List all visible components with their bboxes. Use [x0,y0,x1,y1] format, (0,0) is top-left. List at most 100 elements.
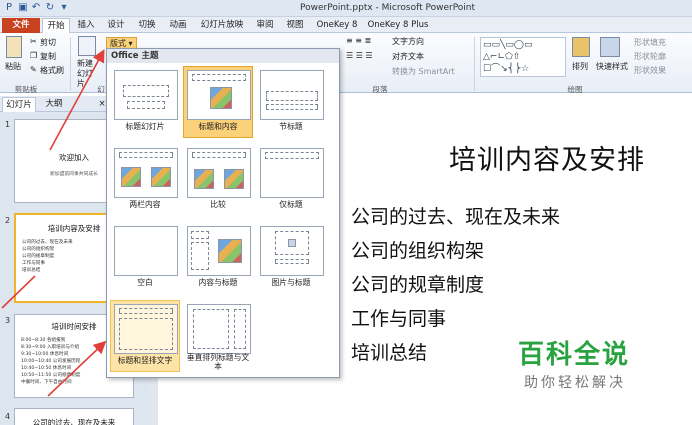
layout-preview [260,226,324,276]
layout-preview [114,226,178,276]
layout-blank[interactable]: 空白 [110,222,180,294]
title-bar: P ▣ ↶ ↻ ▾ PowerPoint.pptx - Microsoft Po… [0,0,692,17]
layout-label: 标题和竖排文字 [117,356,173,365]
slide-number: 4 [5,412,11,421]
shapes-gallery[interactable]: ▭▭╲▭◯▭ △⌐∟⬠⇧ ☐⌒↘⎨⎬☆ [480,37,566,77]
cut-button[interactable]: 剪切 [40,37,56,48]
clipboard-group-label: 剪贴板 [14,85,38,94]
layout-preview [114,148,178,198]
tab-onekey8-plus[interactable]: OneKey 8 Plus [366,18,430,33]
layout-picture-caption[interactable]: 图片与标题 [256,222,326,294]
tab-transitions[interactable]: 切换 [134,18,160,33]
shape-outline-button[interactable]: 形状轮廓 [634,51,666,62]
layout-title-vertical-text[interactable]: 标题和竖排文字 [110,300,180,372]
paste-button[interactable]: 粘贴 [5,61,21,72]
layout-label: 版式 [110,39,126,48]
layout-title-slide[interactable]: 标题幻灯片 [110,66,180,138]
slide-bullet[interactable]: 公司的规章制度 [351,270,484,297]
tab-home[interactable]: 开始 [42,18,70,33]
align-text-button[interactable]: 对齐文本 [392,51,424,62]
redo-icon[interactable]: ↻ [44,2,56,14]
tab-insert[interactable]: 插入 [73,18,99,33]
slide-bullet[interactable]: 公司的组织构架 [351,236,484,263]
layout-two-content[interactable]: 两栏内容 [110,144,180,216]
ribbon-divider [474,37,475,91]
layout-label: 仅标题 [279,200,303,209]
slide-bullet[interactable]: 培训总结 [351,338,427,365]
thumbnail-line: 8:30~9:00 入职培训与介绍 [21,345,80,350]
layout-preview [187,304,251,354]
slide-bullet[interactable]: 工作与同事 [351,304,446,331]
layout-preview [187,226,251,276]
ribbon-tabs: 文件 开始 插入 设计 切换 动画 幻灯片放映 审阅 视图 OneKey 8 O… [0,17,692,33]
copy-icon[interactable]: ❐ [30,51,37,60]
thumbnail-line: 10:40~10:50 休息时间 [21,366,72,371]
format-painter-icon[interactable]: ✎ [30,65,37,74]
layout-section-header[interactable]: 节标题 [256,66,326,138]
layout-menu-header: Office 主题 [107,49,339,63]
layout-label: 比较 [210,200,226,209]
layout-label: 内容与标题 [198,278,238,287]
layout-comparison[interactable]: 比较 [183,144,253,216]
copy-button[interactable]: 复制 [40,51,56,62]
layout-dropdown: Office 主题 标题幻灯片 标题和内容 节标题 两栏内容 比较 仅标题 空白… [106,48,340,378]
tab-onekey8[interactable]: OneKey 8 [313,18,361,33]
format-painter-button[interactable]: 格式刷 [40,65,64,76]
tab-review[interactable]: 审阅 [253,18,277,33]
watermark-sub: 助你轻松解决 [524,375,626,391]
quick-styles-icon[interactable] [600,37,620,57]
layout-label: 垂直排列标题与文本 [186,353,250,371]
shape-effects-button[interactable]: 形状效果 [634,65,666,76]
pane-tabs: 幻灯片 大纲 × [0,96,110,112]
slide-number: 3 [5,316,11,325]
layout-label: 节标题 [279,122,303,131]
undo-icon[interactable]: ↶ [30,2,42,14]
layout-preview [114,304,178,354]
tab-view[interactable]: 视图 [283,18,307,33]
thumbnail-line: 工作与同事 [22,261,45,266]
list-icon[interactable]: ≡ ≡ ≣ [346,36,371,45]
layout-content-caption[interactable]: 内容与标题 [183,222,253,294]
tab-file[interactable]: 文件 [2,18,40,33]
new-slide-icon[interactable] [78,36,96,56]
slide-thumbnail-4[interactable]: 公司的过去、现在及未来 [14,408,134,425]
tab-animations[interactable]: 动画 [165,18,191,33]
arrange-button[interactable]: 排列 [572,61,588,72]
powerpoint-logo-icon: P [5,2,13,13]
shape-fill-button[interactable]: 形状填充 [634,37,666,48]
tab-design[interactable]: 设计 [103,18,129,33]
layout-title-only[interactable]: 仅标题 [256,144,326,216]
thumbnail-line: 公司的组织构架 [22,247,55,252]
slide-number: 1 [5,120,11,129]
ribbon-divider [70,37,71,91]
convert-smartart-button[interactable]: 转换为 SmartArt [392,66,455,77]
thumbnail-line: 10:50~11:50 公司规章制度 [21,373,81,378]
ribbon: 粘贴 ✂ 剪切 ❐ 复制 ✎ 格式刷 剪贴板 新建幻灯片 版式 ▾ 幻 ≡ ≡ … [0,33,692,94]
layout-label: 标题幻灯片 [125,122,165,131]
layout-preview [260,70,324,120]
paste-icon[interactable] [6,36,22,58]
layout-vertical-title-text[interactable]: 垂直排列标题与文本 [183,300,253,372]
thumbnail-title: 公司的过去、现在及未来 [32,418,116,425]
save-icon[interactable]: ▣ [17,2,29,14]
layout-title-content[interactable]: 标题和内容 [183,66,253,138]
arrange-icon[interactable] [572,37,590,57]
layout-label: 两栏内容 [129,200,161,209]
tab-slides-pane[interactable]: 幻灯片 [2,97,36,112]
slide-title[interactable]: 培训内容及安排 [449,138,645,177]
slides-group-label: 幻 [97,85,105,94]
tab-outline-pane[interactable]: 大纲 [40,97,68,112]
text-direction-button[interactable]: 文字方向 [392,36,424,47]
tab-slideshow[interactable]: 幻灯片放映 [197,18,247,33]
thumbnail-line: 8:00~8:30 各组报到 [21,338,66,343]
slide-bullet[interactable]: 公司的过去、现在及未来 [351,202,560,229]
layout-label: 图片与标题 [271,278,311,287]
quick-styles-button[interactable]: 快速样式 [596,61,628,72]
align-icons[interactable]: ☰ ☰ ☰ [346,51,373,60]
layout-preview [187,70,251,120]
slide-number: 2 [5,216,11,225]
cut-icon[interactable]: ✂ [30,37,37,46]
thumbnail-line: 9:30~10:00 休息时间 [21,352,69,357]
layout-preview [114,70,178,120]
customize-toolbar-icon[interactable]: ▾ [58,2,70,14]
